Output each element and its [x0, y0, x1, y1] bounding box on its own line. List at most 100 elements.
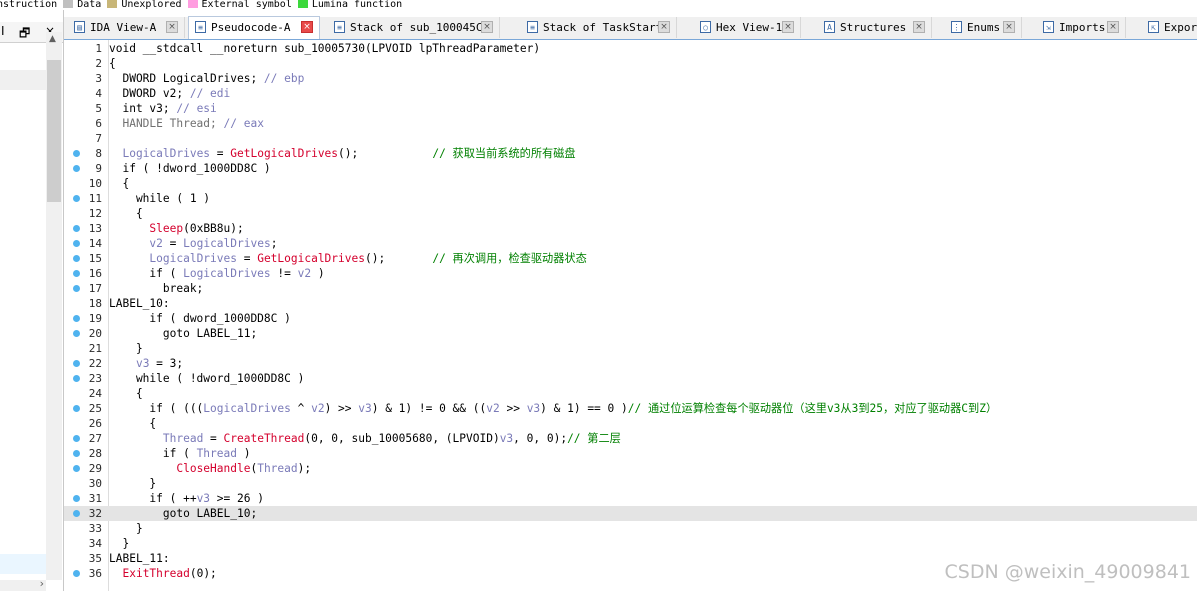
code-line[interactable]: 7 — [64, 131, 1197, 146]
code-text[interactable]: if ( ++v3 >= 26 ) — [109, 491, 264, 506]
code-text[interactable]: { — [109, 416, 156, 431]
code-text[interactable]: } — [109, 476, 156, 491]
function-list-row-selected[interactable] — [0, 554, 46, 574]
tab-expor[interactable]: ⇱ Expor — [1142, 17, 1197, 38]
breakpoint-dot-icon[interactable] — [73, 285, 80, 292]
tab-close-icon[interactable]: × — [782, 21, 794, 33]
code-line[interactable]: 32 goto LABEL_10; — [64, 506, 1197, 521]
code-line[interactable]: 19 if ( dword_1000DD8C ) — [64, 311, 1197, 326]
code-line[interactable]: 14 v2 = LogicalDrives; — [64, 236, 1197, 251]
code-text[interactable]: goto LABEL_11; — [109, 326, 257, 341]
code-line[interactable]: 12 { — [64, 206, 1197, 221]
code-text[interactable]: Thread = CreateThread(0, 0, sub_10005680… — [109, 431, 621, 446]
code-line[interactable]: 13 Sleep(0xBB8u); — [64, 221, 1197, 236]
code-line[interactable]: 8 LogicalDrives = GetLogicalDrives(); //… — [64, 146, 1197, 161]
code-line[interactable]: 22 v3 = 3; — [64, 356, 1197, 371]
pseudocode-view[interactable]: 1 void __stdcall __noreturn sub_10005730(… — [64, 40, 1197, 591]
code-line[interactable]: 10 { — [64, 176, 1197, 191]
breakpoint-dot-icon[interactable] — [73, 405, 80, 412]
breakpoint-dot-icon[interactable] — [73, 315, 80, 322]
code-line[interactable]: 29 CloseHandle(Thread); — [64, 461, 1197, 476]
code-text[interactable]: v3 = 3; — [109, 356, 183, 371]
tab-hex-view-1[interactable]: ○ Hex View-1 × — [694, 17, 801, 38]
code-line[interactable]: 5 int v3; // esi — [64, 101, 1197, 116]
code-text[interactable]: LABEL_11: — [109, 551, 170, 566]
breakpoint-dot-icon[interactable] — [73, 375, 80, 382]
code-line[interactable]: 11 while ( 1 ) — [64, 191, 1197, 206]
code-line[interactable]: 3 DWORD LogicalDrives; // ebp — [64, 71, 1197, 86]
code-line[interactable]: 34 } — [64, 536, 1197, 551]
code-line[interactable]: 31 if ( ++v3 >= 26 ) — [64, 491, 1197, 506]
scroll-up-icon[interactable]: ▲ — [49, 34, 56, 44]
code-line[interactable]: 17 break; — [64, 281, 1197, 296]
code-text[interactable]: void __stdcall __noreturn sub_10005730(L… — [109, 41, 540, 56]
code-text[interactable]: while ( 1 ) — [109, 191, 210, 206]
tab-close-icon[interactable]: × — [1003, 21, 1015, 33]
scrollbar-thumb[interactable] — [47, 60, 61, 202]
breakpoint-dot-icon[interactable] — [73, 240, 80, 247]
restore-icon[interactable]: 🗗 — [19, 24, 30, 45]
breakpoint-dot-icon[interactable] — [73, 330, 80, 337]
breakpoint-dot-icon[interactable] — [73, 195, 80, 202]
code-text[interactable]: { — [109, 386, 143, 401]
tab-close-icon[interactable]: × — [658, 21, 670, 33]
tab-stack-of-sub-100045c0[interactable]: ≡ Stack of sub_100045C0 × — [328, 17, 500, 38]
code-line[interactable]: 21 } — [64, 341, 1197, 356]
tab-close-icon[interactable]: × — [301, 21, 313, 33]
scroll-right-icon[interactable]: › — [40, 577, 44, 590]
breakpoint-dot-icon[interactable] — [73, 510, 80, 517]
code-text[interactable]: Sleep(0xBB8u); — [109, 221, 243, 236]
code-text[interactable]: CloseHandle(Thread); — [109, 461, 311, 476]
code-text[interactable]: if ( (((LogicalDrives ^ v2) >> v3) & 1) … — [109, 401, 997, 416]
code-text[interactable]: LogicalDrives = GetLogicalDrives(); // 获… — [109, 146, 575, 161]
code-text[interactable]: goto LABEL_10; — [109, 506, 257, 521]
code-text[interactable]: LABEL_10: — [109, 296, 170, 311]
code-text[interactable]: } — [109, 521, 143, 536]
breakpoint-dot-icon[interactable] — [73, 570, 80, 577]
code-line[interactable]: 30 } — [64, 476, 1197, 491]
code-text[interactable]: if ( !dword_1000DD8C ) — [109, 161, 270, 176]
code-line[interactable]: 15 LogicalDrives = GetLogicalDrives(); /… — [64, 251, 1197, 266]
tab-enums[interactable]: ⋮ Enums × — [945, 17, 1022, 38]
breakpoint-dot-icon[interactable] — [73, 360, 80, 367]
code-line[interactable]: 1 void __stdcall __noreturn sub_10005730(… — [64, 41, 1197, 56]
code-text[interactable]: if ( Thread ) — [109, 446, 251, 461]
breakpoint-dot-icon[interactable] — [73, 435, 80, 442]
breakpoint-dot-icon[interactable] — [73, 495, 80, 502]
code-line[interactable]: 25 if ( (((LogicalDrives ^ v2) >> v3) & … — [64, 401, 1197, 416]
breakpoint-dot-icon[interactable] — [73, 255, 80, 262]
code-text[interactable]: break; — [109, 281, 203, 296]
code-text[interactable]: if ( dword_1000DD8C ) — [109, 311, 290, 326]
breakpoint-dot-icon[interactable] — [73, 150, 80, 157]
pin-icon[interactable]: I — [1, 24, 5, 38]
code-text[interactable]: DWORD LogicalDrives; // ebp — [109, 71, 304, 86]
tab-structures[interactable]: A Structures × — [818, 17, 932, 38]
tab-imports[interactable]: ⇲ Imports × — [1037, 17, 1126, 38]
breakpoint-dot-icon[interactable] — [73, 465, 80, 472]
code-line[interactable]: 18 LABEL_10: — [64, 296, 1197, 311]
vertical-scrollbar[interactable]: ▲ — [46, 32, 62, 580]
code-line[interactable]: 33 } — [64, 521, 1197, 536]
code-line[interactable]: 20 goto LABEL_11; — [64, 326, 1197, 341]
code-text[interactable]: } — [109, 341, 143, 356]
code-text[interactable]: HANDLE Thread; // eax — [109, 116, 263, 131]
tab-pseudocode-a[interactable]: ≡ Pseudocode-A × — [188, 16, 320, 39]
code-line[interactable]: 27 Thread = CreateThread(0, 0, sub_10005… — [64, 431, 1197, 446]
code-line[interactable]: 9 if ( !dword_1000DD8C ) — [64, 161, 1197, 176]
tab-close-icon[interactable]: × — [166, 21, 178, 33]
breakpoint-dot-icon[interactable] — [73, 165, 80, 172]
code-line[interactable]: 24 { — [64, 386, 1197, 401]
tab-stack-of-taskstart[interactable]: ≡ Stack of TaskStart × — [521, 17, 677, 38]
code-text[interactable]: DWORD v2; // edi — [109, 86, 230, 101]
code-line[interactable]: 16 if ( LogicalDrives != v2 ) — [64, 266, 1197, 281]
code-line[interactable]: 4 DWORD v2; // edi — [64, 86, 1197, 101]
code-text[interactable]: int v3; // esi — [109, 101, 216, 116]
code-line[interactable]: 26 { — [64, 416, 1197, 431]
tab-ida-view-a[interactable]: ▤ IDA View-A × — [68, 17, 185, 38]
code-line[interactable]: 6 HANDLE Thread; // eax — [64, 116, 1197, 131]
breakpoint-dot-icon[interactable] — [73, 450, 80, 457]
code-text[interactable]: { — [109, 176, 129, 191]
code-line[interactable]: 2{ — [64, 56, 1197, 71]
breakpoint-dot-icon[interactable] — [73, 270, 80, 277]
horizontal-scrollbar[interactable]: › — [0, 577, 46, 591]
